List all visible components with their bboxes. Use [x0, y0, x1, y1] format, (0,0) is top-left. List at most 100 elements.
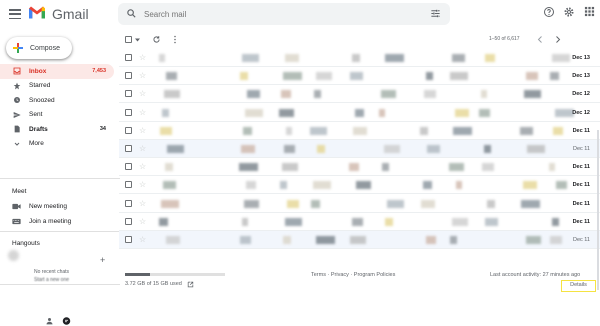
open-external-icon[interactable]: [187, 281, 194, 288]
star-icon[interactable]: ☆: [139, 162, 146, 171]
inbox-icon: [12, 67, 21, 76]
table-row[interactable]: ☆ Dec 12: [119, 104, 600, 122]
policies-links[interactable]: Terms · Privacy · Program Policies: [311, 272, 395, 278]
sidebar-item-drafts[interactable]: Drafts 34: [0, 122, 114, 137]
search-input[interactable]: [144, 6, 414, 22]
chevron-left-icon[interactable]: [537, 36, 543, 43]
scrollbar[interactable]: [597, 130, 599, 290]
redacted-content: [242, 54, 259, 62]
chevron-right-icon[interactable]: [555, 36, 561, 43]
redacted-content: [452, 54, 465, 62]
redacted-content: [283, 236, 291, 244]
star-icon[interactable]: ☆: [139, 53, 146, 62]
add-chat-icon[interactable]: +: [100, 255, 105, 265]
search-bar[interactable]: [118, 3, 450, 25]
star-icon[interactable]: ☆: [139, 71, 146, 80]
sidebar-item-inbox[interactable]: Inbox 7,453: [0, 64, 114, 79]
table-row[interactable]: ☆ Dec 11: [119, 231, 600, 249]
table-row[interactable]: ☆ Dec 11: [119, 213, 600, 231]
table-row[interactable]: ☆ Dec 11: [119, 195, 600, 213]
redacted-content: [420, 126, 428, 135]
star-icon[interactable]: ☆: [139, 180, 146, 189]
details-link[interactable]: Details: [561, 280, 596, 292]
row-checkbox[interactable]: [125, 54, 132, 61]
app-name: Gmail: [52, 6, 89, 22]
redacted-content: [352, 54, 360, 62]
draft-icon: [12, 125, 21, 134]
table-row[interactable]: ☆ Dec 12: [119, 85, 600, 104]
main-menu-icon[interactable]: [8, 7, 22, 21]
select-all-checkbox[interactable]: [125, 36, 132, 43]
search-icon[interactable]: [126, 8, 137, 19]
gmail-logo-icon[interactable]: [29, 6, 45, 19]
table-row[interactable]: ☆ Dec 11: [119, 122, 600, 140]
list-toolbar: 1–50 of 6,617: [119, 30, 600, 49]
redacted-content: [456, 181, 462, 190]
redacted-content: [481, 90, 487, 99]
top-bar: Gmail: [0, 0, 600, 30]
redacted-content: [427, 145, 440, 153]
table-row[interactable]: ☆ Dec 13: [119, 67, 600, 86]
star-icon[interactable]: ☆: [139, 108, 146, 117]
table-row[interactable]: ☆ Dec 11: [119, 158, 600, 177]
apps-grid-icon[interactable]: [584, 6, 595, 17]
sidebar-item-starred[interactable]: Starred: [0, 79, 114, 94]
email-date: Dec 11: [572, 200, 590, 207]
redacted-content: [159, 217, 168, 226]
meet-section-title: Meet: [12, 188, 27, 195]
drafts-count: 34: [99, 126, 106, 133]
search-options-icon[interactable]: [430, 8, 441, 19]
row-checkbox[interactable]: [125, 126, 132, 134]
row-checkbox[interactable]: [125, 181, 132, 189]
sidebar-item-snoozed[interactable]: Snoozed: [0, 93, 114, 108]
compose-button[interactable]: Compose: [6, 37, 72, 59]
redacted-content: [239, 163, 258, 172]
row-checkbox[interactable]: [125, 108, 132, 116]
table-row[interactable]: ☆ Dec 11: [119, 176, 600, 195]
redacted-content: [549, 163, 555, 172]
join-meeting-button[interactable]: Join a meeting: [12, 215, 71, 227]
sidebar-item-label: Starred: [29, 82, 51, 90]
sidebar-item-more[interactable]: More: [0, 137, 114, 152]
table-row[interactable]: ☆ Dec 13: [119, 49, 600, 67]
row-checkbox[interactable]: [125, 145, 132, 152]
new-meeting-button[interactable]: New meeting: [12, 200, 67, 212]
star-icon[interactable]: ☆: [139, 217, 146, 226]
avatar[interactable]: [8, 250, 19, 261]
refresh-icon[interactable]: [152, 35, 161, 44]
row-checkbox[interactable]: [125, 163, 132, 171]
row-checkbox[interactable]: [125, 236, 132, 243]
table-row[interactable]: ☆ Dec 11: [119, 140, 600, 158]
star-icon[interactable]: ☆: [139, 89, 146, 98]
new-meeting-label: New meeting: [29, 202, 67, 210]
chat-bubble-icon[interactable]: [62, 316, 71, 326]
redacted-content: [313, 181, 331, 190]
select-dropdown-icon[interactable]: [135, 38, 140, 42]
person-icon[interactable]: [45, 316, 54, 326]
gear-icon[interactable]: [563, 6, 575, 18]
email-date: Dec 12: [572, 91, 590, 98]
last-activity-text: Last account activity: 27 minutes ago: [490, 272, 581, 278]
help-icon[interactable]: [543, 6, 555, 18]
row-checkbox[interactable]: [125, 90, 132, 98]
star-icon[interactable]: ☆: [139, 199, 146, 208]
start-chat-link[interactable]: Start a new one: [34, 277, 69, 283]
redacted-content: [453, 126, 472, 135]
folder-nav: Inbox 7,453 Starred Snoozed Sent Drafts …: [0, 64, 114, 151]
redacted-content: [450, 72, 468, 81]
more-vert-icon[interactable]: [173, 35, 177, 44]
star-icon[interactable]: ☆: [139, 144, 146, 153]
row-checkbox[interactable]: [125, 72, 132, 80]
redacted-content: [352, 217, 363, 226]
star-icon[interactable]: ☆: [139, 126, 146, 135]
pagination-text: 1–50 of 6,617: [489, 36, 520, 42]
redacted-content: [350, 236, 366, 244]
redacted-content: [552, 217, 559, 226]
star-icon[interactable]: ☆: [139, 235, 146, 244]
email-date: Dec 11: [572, 146, 590, 152]
row-checkbox[interactable]: [125, 199, 132, 207]
redacted-content: [485, 54, 495, 62]
clock-icon: [12, 96, 21, 105]
row-checkbox[interactable]: [125, 217, 132, 225]
sidebar-item-sent[interactable]: Sent: [0, 108, 114, 123]
